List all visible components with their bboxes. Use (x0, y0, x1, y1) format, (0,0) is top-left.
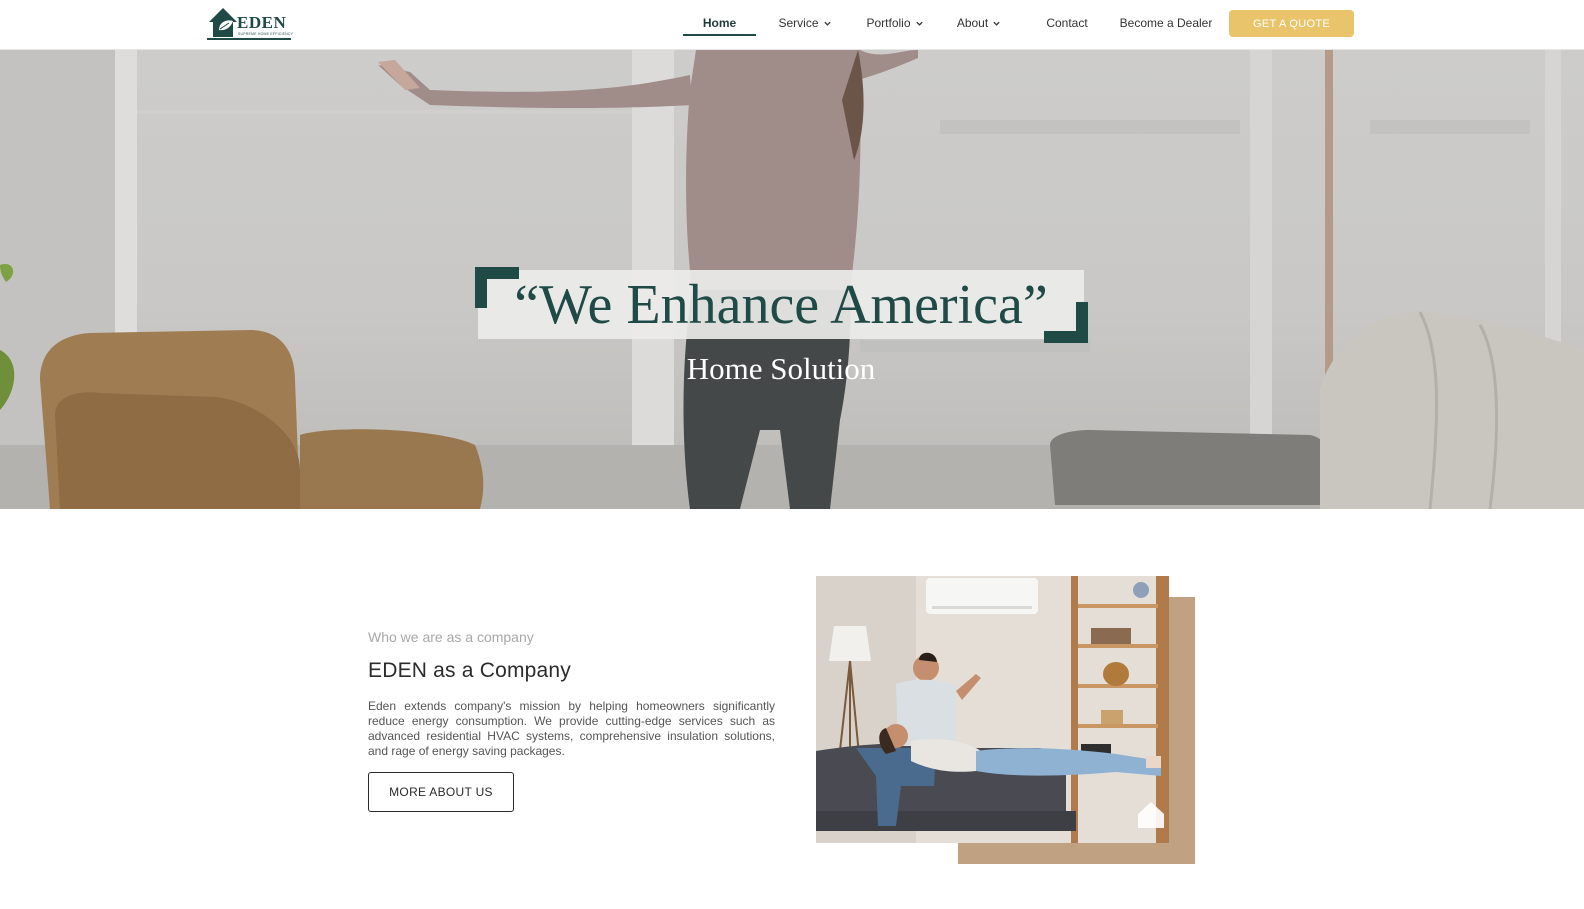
chevron-down-icon (915, 21, 923, 26)
chevron-down-icon (993, 21, 1000, 26)
nav-become-a-dealer[interactable]: Become a Dealer (1118, 0, 1214, 46)
nav-contact-label: Contact (1046, 16, 1088, 30)
nav-about[interactable]: About (947, 0, 1011, 46)
nav-home[interactable]: Home (683, 0, 756, 46)
nav-service-label: Service (778, 16, 819, 30)
about-title: EDEN as a Company (368, 659, 571, 682)
more-about-us-button[interactable]: MORE ABOUT US (368, 772, 514, 812)
nav-service[interactable]: Service (770, 0, 840, 46)
nav-about-label: About (956, 16, 989, 30)
nav-contact[interactable]: Contact (1040, 0, 1094, 46)
nav-portfolio[interactable]: Portfolio (856, 0, 934, 46)
nav-portfolio-label: Portfolio (866, 16, 911, 30)
about-description: Eden extends company's mission by helpin… (368, 699, 775, 758)
eden-logo[interactable]: EDEN SUPREME HOME EFFICIENCY (207, 4, 294, 42)
get-a-quote-button[interactable]: GET A QUOTE (1229, 10, 1354, 37)
site-header: EDEN SUPREME HOME EFFICIENCY Home Servic… (0, 0, 1584, 50)
hero-bracket-top-left (475, 267, 519, 308)
hero-banner: “We Enhance America” Home Solution (0, 50, 1584, 509)
hero-bracket-bottom-right (1044, 302, 1088, 343)
hero-title: “We Enhance America” (514, 273, 1048, 336)
nav-active-indicator (683, 34, 756, 36)
nav-become-a-dealer-label: Become a Dealer (1119, 16, 1213, 30)
logo-wordmark: EDEN (237, 13, 287, 32)
hero-title-box: “We Enhance America” (478, 270, 1084, 339)
logo-tagline: SUPREME HOME EFFICIENCY (238, 32, 294, 36)
about-eyebrow: Who we are as a company (368, 629, 534, 645)
chevron-down-icon (823, 21, 831, 26)
couple-living-room-image (816, 576, 1169, 843)
nav-home-label: Home (702, 16, 737, 30)
couple-living-room-photo (816, 576, 1169, 843)
hero-subtitle: Home Solution (686, 351, 876, 386)
